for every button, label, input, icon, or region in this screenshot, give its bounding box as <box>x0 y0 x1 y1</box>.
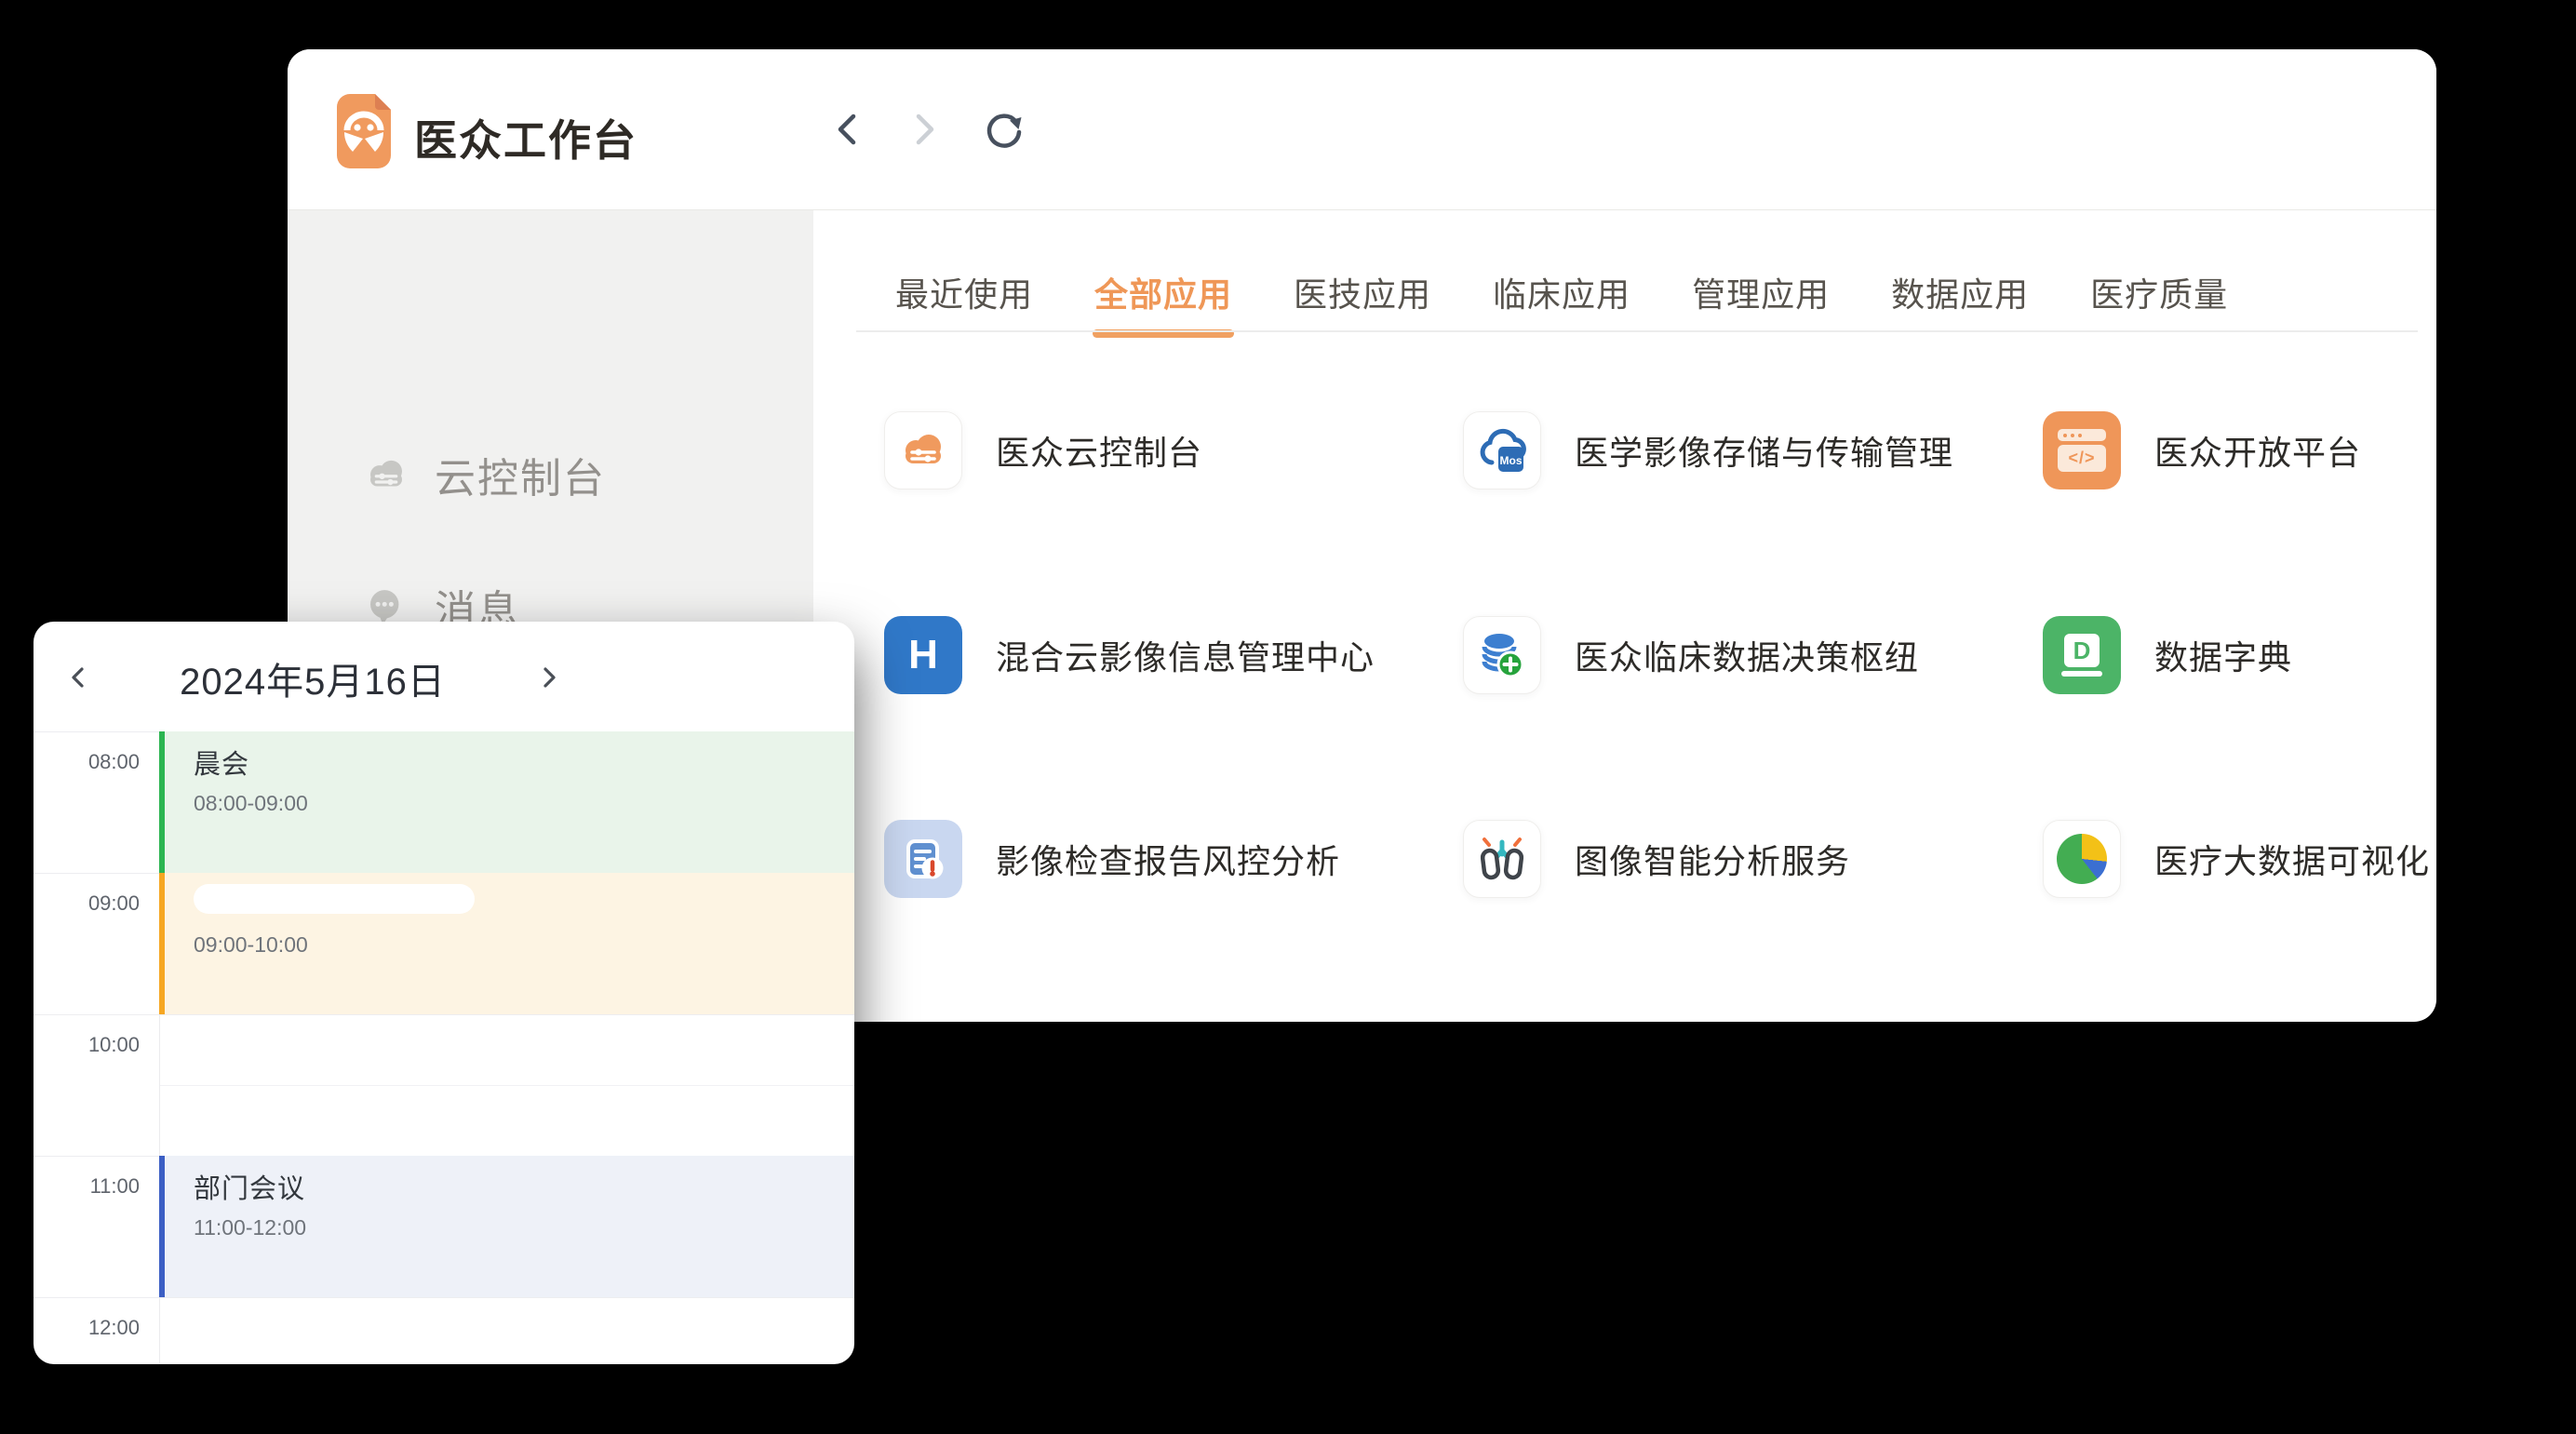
app-category-tabs: 最近使用 全部应用 医技应用 临床应用 管理应用 数据应用 医疗质量 <box>895 271 2228 330</box>
app-logo-icon <box>333 94 395 168</box>
app-data-dictionary[interactable]: D 数据字典 <box>2043 616 2436 694</box>
refresh-icon <box>981 108 1024 151</box>
app-hybrid-cloud-imaging[interactable]: H 混合云影像信息管理中心 <box>884 616 1442 694</box>
app-label: 数据字典 <box>2154 631 2292 679</box>
forward-icon <box>906 111 943 148</box>
forward-button[interactable] <box>902 107 946 152</box>
event-title: 部门会议 <box>194 1167 854 1206</box>
refresh-button[interactable] <box>980 107 1025 152</box>
pie-chart-icon <box>2057 834 2107 884</box>
calendar-date: 2024年5月16日 <box>164 651 462 705</box>
time-label: 12:00 <box>34 1316 140 1340</box>
hour-line <box>34 1297 854 1298</box>
event-time: 11:00-12:00 <box>194 1215 854 1240</box>
half-hour-line <box>159 1085 854 1086</box>
app-open-platform[interactable]: </> 医众开放平台 <box>2043 411 2436 489</box>
app-label: 医疗大数据可视化 <box>2154 835 2430 883</box>
cloud-settings-icon <box>363 449 409 500</box>
app-label: 医众临床数据决策枢纽 <box>1575 631 1919 679</box>
app-label: 图像智能分析服务 <box>1575 835 1850 883</box>
window-header: 医众工作台 <box>288 49 2436 210</box>
tab-medical-quality[interactable]: 医疗质量 <box>2090 271 2228 330</box>
tab-medtech-apps[interactable]: 医技应用 <box>1294 271 1431 330</box>
chevron-left-icon <box>66 665 90 690</box>
tab-divider <box>856 330 2418 332</box>
event-redacted[interactable]: 09:00-10:00 <box>159 873 854 1014</box>
event-time: 08:00-09:00 <box>194 791 854 816</box>
window-title: 医众工作台 <box>414 107 637 168</box>
report-alert-icon <box>897 833 949 885</box>
redacted-title-pill <box>194 884 475 914</box>
time-label: 10:00 <box>34 1033 140 1057</box>
time-label: 08:00 <box>34 750 140 774</box>
app-label: 医众云控制台 <box>996 426 1202 475</box>
app-label: 医众开放平台 <box>2154 426 2361 475</box>
tab-all-apps[interactable]: 全部应用 <box>1094 271 1232 330</box>
tab-clinical-apps[interactable]: 临床应用 <box>1493 271 1630 330</box>
event-department-meeting[interactable]: 部门会议 11:00-12:00 <box>159 1156 854 1297</box>
app-big-data-visualization[interactable]: 医疗大数据可视化 <box>2043 820 2436 898</box>
cloud-console-icon <box>897 424 949 476</box>
event-title: 晨会 <box>194 743 854 782</box>
app-cloud-console[interactable]: 医众云控制台 <box>884 411 1442 489</box>
time-label: 11:00 <box>34 1174 140 1199</box>
event-morning-meeting[interactable]: 晨会 08:00-09:00 <box>159 731 854 873</box>
database-plus-icon <box>1476 629 1528 681</box>
letter-h-icon: H <box>908 632 938 678</box>
previous-day-button[interactable] <box>58 657 99 698</box>
lungs-icon <box>1476 833 1528 885</box>
chevron-right-icon <box>537 665 561 690</box>
app-image-ai-analysis[interactable]: 图像智能分析服务 <box>1463 820 2021 898</box>
sidebar-item-label: 云控制台 <box>435 445 606 504</box>
sidebar-item-cloud-console[interactable]: 云控制台 <box>288 430 813 519</box>
open-platform-code-icon: </> <box>2058 429 2106 472</box>
hour-line <box>34 1014 854 1015</box>
svg-text:Mos: Mos <box>1500 454 1523 467</box>
dictionary-book-icon: D <box>2061 634 2102 677</box>
app-label: 医学影像存储与传输管理 <box>1575 426 1953 475</box>
time-label: 09:00 <box>34 891 140 916</box>
app-label: 混合云影像信息管理中心 <box>996 631 1375 679</box>
tab-data-apps[interactable]: 数据应用 <box>1891 271 2029 330</box>
back-icon <box>829 111 866 148</box>
app-report-risk-analysis[interactable]: 影像检查报告风控分析 <box>884 820 1442 898</box>
calendar-day-view: 08:00 09:00 10:00 11:00 12:00 晨会 08:00-0… <box>34 731 854 1364</box>
tab-management-apps[interactable]: 管理应用 <box>1692 271 1830 330</box>
app-label: 影像检查报告风控分析 <box>996 835 1340 883</box>
calendar-header: 2024年5月16日 <box>34 622 854 731</box>
back-button[interactable] <box>825 107 870 152</box>
calendar-panel: 2024年5月16日 08:00 09:00 10:00 11:00 12:00… <box>34 622 854 1364</box>
tab-recently-used[interactable]: 最近使用 <box>895 271 1033 330</box>
event-time: 09:00-10:00 <box>194 932 854 958</box>
next-day-button[interactable] <box>529 657 570 698</box>
app-clinical-data-hub[interactable]: 医众临床数据决策枢纽 <box>1463 616 2021 694</box>
app-image-storage-transfer[interactable]: Mos 医学影像存储与传输管理 <box>1463 411 2021 489</box>
mos-cloud-icon: Mos <box>1475 423 1529 477</box>
